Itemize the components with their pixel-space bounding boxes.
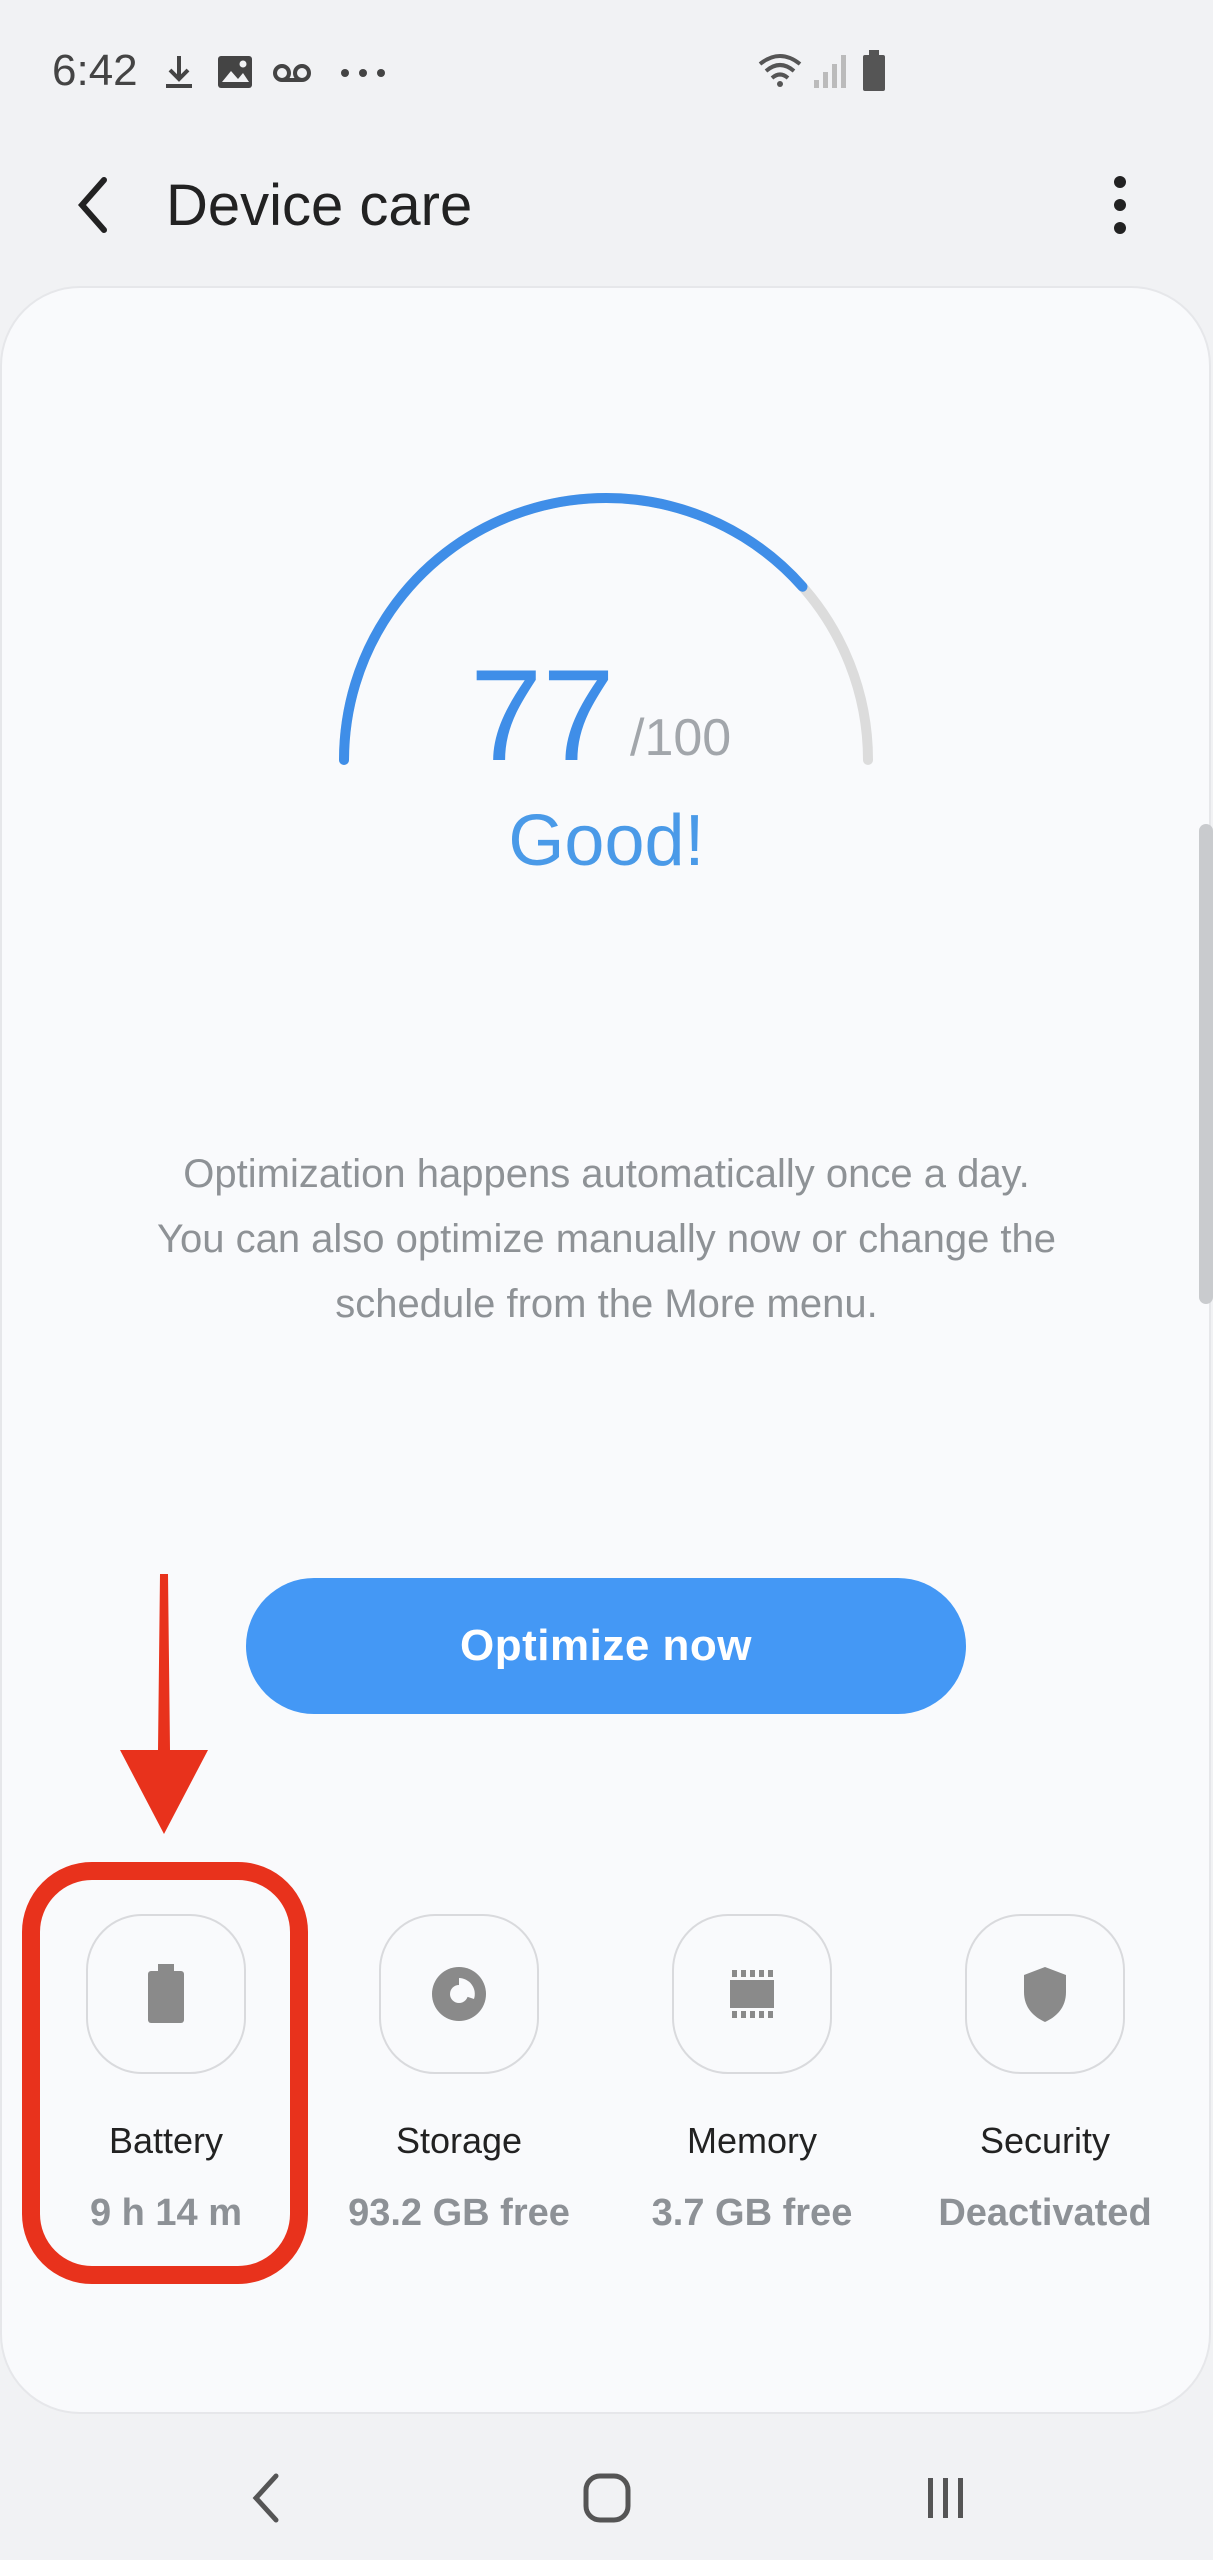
security-value: Deactivated [938, 2192, 1152, 2234]
recents-nav-icon[interactable] [922, 2470, 970, 2526]
battery-highlight-box [22, 1862, 308, 2284]
storage-label: Storage [395, 2120, 523, 2161]
chevron-left-icon [78, 177, 107, 233]
storage-value: 93.2 GB free [348, 2192, 570, 2234]
back-nav-icon[interactable] [246, 2470, 286, 2526]
memory-icon [730, 1970, 774, 2018]
navigation-bar [0, 2414, 1213, 2560]
optimization-description: Optimization happens automatically once … [0, 1142, 1213, 1337]
description-line: schedule from the More menu. [335, 1282, 878, 1326]
page-title: Device care [166, 173, 473, 238]
security-tile-icon-button[interactable] [965, 1914, 1125, 2074]
annotation-arrow-icon [120, 1574, 208, 1834]
score-max: /100 [630, 709, 732, 767]
back-button[interactable] [60, 170, 130, 240]
description-line: You can also optimize manually now or ch… [156, 1217, 1057, 1261]
memory-value: 3.7 GB free [651, 2192, 853, 2234]
shield-icon [1024, 1967, 1066, 2022]
status-bar: 6:42 [0, 0, 1213, 150]
wifi-icon [758, 54, 802, 87]
memory-label: Memory [686, 2120, 817, 2161]
home-nav-icon[interactable] [582, 2470, 632, 2526]
scrollbar[interactable] [1199, 824, 1213, 1304]
battery-status-icon [863, 50, 885, 91]
memory-tile-icon-button[interactable] [672, 1914, 832, 2074]
more-options-button[interactable] [1085, 170, 1155, 240]
memory-tile[interactable]: Memory 3.7 GB free [622, 1914, 882, 2235]
voicemail-icon [273, 64, 311, 82]
storage-tile[interactable]: Storage 93.2 GB free [329, 1914, 589, 2235]
score-value: 77 [470, 642, 615, 788]
status-time: 6:42 [52, 46, 138, 95]
download-icon [166, 56, 192, 88]
more-vert-icon [1114, 176, 1126, 234]
security-label: Security [979, 2120, 1111, 2161]
image-icon [218, 56, 252, 88]
signal-icon [814, 55, 846, 88]
storage-tile-icon-button[interactable] [379, 1914, 539, 2074]
more-notifications-icon [341, 69, 385, 77]
optimize-now-button[interactable]: Optimize now [246, 1578, 966, 1714]
security-tile[interactable]: Security Deactivated [915, 1914, 1175, 2235]
storage-icon [432, 1967, 486, 2021]
score-status: Good! [508, 801, 705, 881]
app-bar: Device care [0, 150, 1213, 270]
description-line: Optimization happens automatically once … [183, 1152, 1030, 1196]
